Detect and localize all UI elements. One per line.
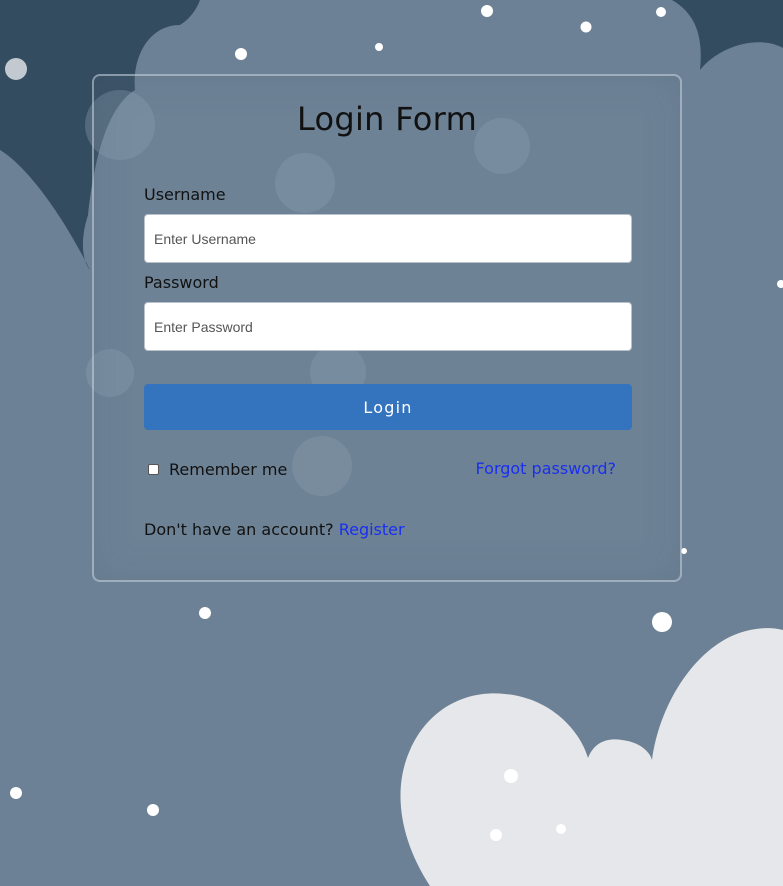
login-page: Login Form Username Password Login Remem… [0,0,783,886]
snowflake [580,21,592,33]
snowflake [504,769,518,783]
snowflake [147,804,159,816]
snowflake [777,280,783,288]
snowflake [199,607,211,619]
username-label: Username [144,185,226,204]
snowflake [5,58,27,80]
forgot-password-link[interactable]: Forgot password? [476,459,616,478]
snowflake [481,5,493,17]
form-title: Login Form [296,100,478,138]
remember-me-label: Remember me [169,460,288,479]
snowflake [375,43,383,51]
cloud-shape [400,628,783,886]
snowflake [10,787,22,799]
remember-me-row[interactable]: Remember me [148,460,287,479]
login-card: Login Form Username Password Login Remem… [92,74,682,582]
password-label: Password [144,273,219,292]
remember-me-checkbox[interactable] [148,464,159,475]
dark-backdrop-shape-right [672,0,783,70]
no-account-text: Don't have an account? [144,520,339,539]
snowflake [652,612,672,632]
snowflake [490,829,502,841]
snowflake [656,7,666,17]
register-row: Don't have an account? Register [144,520,405,539]
snowflake [556,824,566,834]
register-link[interactable]: Register [339,520,405,539]
password-input[interactable] [144,302,632,351]
login-button[interactable]: Login [144,384,632,430]
username-input[interactable] [144,214,632,263]
snowflake [235,48,247,60]
